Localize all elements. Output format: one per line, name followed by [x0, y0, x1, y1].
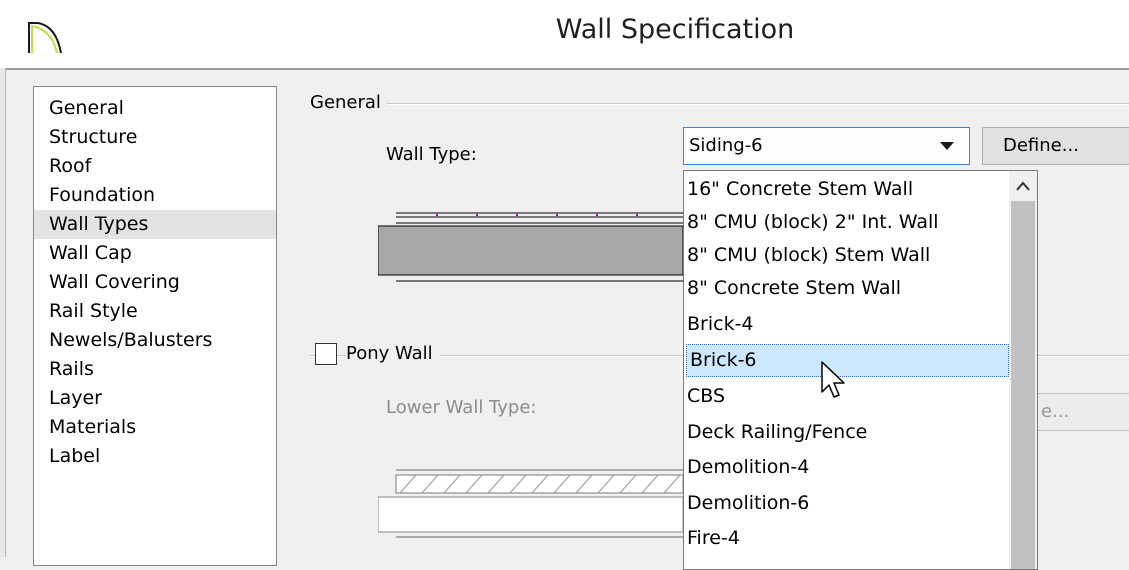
- dropdown-item[interactable]: Demolition-4: [684, 451, 1009, 484]
- dropdown-item[interactable]: 8" CMU (block) Stem Wall: [684, 239, 1009, 272]
- nav-item-wall-covering[interactable]: Wall Covering: [34, 268, 276, 297]
- nav-item-wall-cap[interactable]: Wall Cap: [34, 239, 276, 268]
- nav-item-foundation[interactable]: Foundation: [34, 181, 276, 210]
- nav-item-label[interactable]: Label: [34, 442, 276, 471]
- nav-item-structure[interactable]: Structure: [34, 123, 276, 152]
- lower-define-button-label: e...: [1041, 401, 1070, 422]
- nav-item-wall-types[interactable]: Wall Types: [34, 210, 276, 239]
- title-divider: [0, 68, 1129, 70]
- wall-type-dropdown-list[interactable]: 16" Concrete Stem Wall 8" CMU (block) 2"…: [683, 170, 1038, 570]
- nav-item-general[interactable]: General: [34, 94, 276, 123]
- nav-item-newels-balusters[interactable]: Newels/Balusters: [34, 326, 276, 355]
- lower-wall-type-preview: [378, 469, 683, 538]
- wall-type-value: Siding-6: [689, 135, 763, 156]
- title-bar: Wall Specification: [0, 0, 1129, 68]
- nav-item-roof[interactable]: Roof: [34, 152, 276, 181]
- define-button[interactable]: Define...: [982, 127, 1129, 165]
- scroll-up-arrow-icon[interactable]: [1009, 171, 1037, 201]
- wall-type-combo[interactable]: Siding-6: [683, 127, 970, 165]
- pony-wall-checkbox[interactable]: [315, 343, 337, 365]
- general-group-line: [310, 103, 1129, 105]
- nav-item-rails[interactable]: Rails: [34, 355, 276, 384]
- dropdown-item[interactable]: Deck Railing/Fence: [684, 416, 1009, 449]
- dropdown-item[interactable]: Brick-4: [684, 308, 1009, 341]
- window-title: Wall Specification: [555, 14, 795, 45]
- dropdown-item[interactable]: 8" CMU (block) 2" Int. Wall: [684, 206, 1009, 239]
- dropdown-item[interactable]: Demolition-6: [684, 487, 1009, 520]
- lower-wall-type-label: Lower Wall Type:: [386, 397, 537, 418]
- category-list[interactable]: General Structure Roof Foundation Wall T…: [33, 86, 277, 566]
- chevron-down-icon[interactable]: [940, 142, 954, 150]
- wall-type-label: Wall Type:: [386, 144, 477, 165]
- nav-item-materials[interactable]: Materials: [34, 413, 276, 442]
- window-left-edge: [0, 68, 6, 557]
- general-group-label: General: [310, 92, 387, 113]
- wall-type-preview: [378, 212, 683, 282]
- nav-item-layer[interactable]: Layer: [34, 384, 276, 413]
- nav-item-rail-style[interactable]: Rail Style: [34, 297, 276, 326]
- dropdown-item[interactable]: 8" Concrete Stem Wall: [684, 272, 1009, 305]
- mouse-cursor-icon: [821, 361, 845, 398]
- dropdown-item[interactable]: 16" Concrete Stem Wall: [684, 173, 1009, 206]
- pony-wall-label[interactable]: Pony Wall: [346, 343, 439, 364]
- scrollbar-thumb[interactable]: [1011, 201, 1035, 569]
- dropdown-item[interactable]: Fire-4: [684, 522, 1009, 555]
